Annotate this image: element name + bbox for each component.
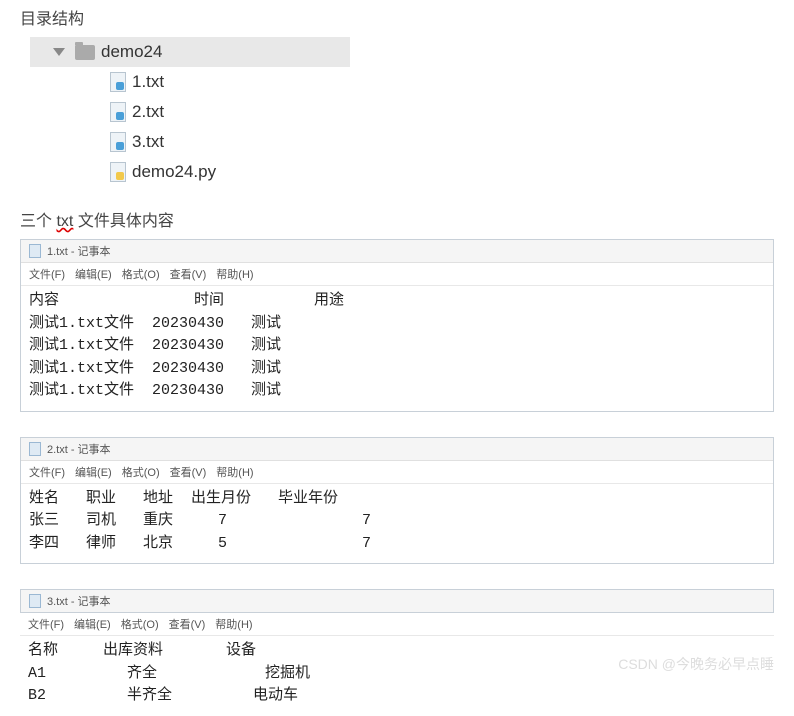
- content-row: 内容 时间 用途: [29, 290, 765, 313]
- tree-file-row[interactable]: 3.txt: [30, 127, 350, 157]
- txt-intro-heading: 三个 txt 文件具体内容: [20, 207, 774, 231]
- menu-item[interactable]: 格式(O): [121, 616, 159, 632]
- chevron-down-icon: [53, 48, 65, 56]
- notepad-titlebar: 3.txt - 记事本: [20, 589, 774, 613]
- content-row: 测试1.txt文件 20230430 测试: [29, 358, 765, 381]
- notepad-titlebar: 2.txt - 记事本: [21, 438, 773, 461]
- menu-item[interactable]: 编辑(E): [75, 266, 112, 282]
- notepad-icon: [29, 594, 41, 608]
- menu-item[interactable]: 文件(F): [29, 464, 65, 480]
- content-row: 测试1.txt文件 20230430 测试: [29, 313, 765, 336]
- notepad-title: 1.txt - 记事本: [47, 243, 111, 259]
- notepad-title: 2.txt - 记事本: [47, 441, 111, 457]
- menu-item[interactable]: 文件(F): [28, 616, 64, 632]
- tree-file-row[interactable]: 2.txt: [30, 97, 350, 127]
- notepad-window-2: 2.txt - 记事本 文件(F) 编辑(E) 格式(O) 查看(V) 帮助(H…: [20, 437, 774, 565]
- file-icon: [110, 132, 126, 152]
- content-row: 测试1.txt文件 20230430 测试: [29, 335, 765, 358]
- menu-item[interactable]: 编辑(E): [74, 616, 111, 632]
- notepad-content[interactable]: 内容 时间 用途 测试1.txt文件 20230430 测试 测试1.txt文件…: [21, 286, 773, 411]
- file-icon: [110, 72, 126, 92]
- menu-item[interactable]: 查看(V): [170, 266, 207, 282]
- content-row: 李四 律师 北京 5 7: [29, 533, 765, 556]
- python-file-icon: [110, 162, 126, 182]
- watermark: CSDN @今晚务必早点睡: [618, 654, 774, 674]
- menu-item[interactable]: 帮助(H): [215, 616, 252, 632]
- tree-file-row[interactable]: 1.txt: [30, 67, 350, 97]
- tree-file-row[interactable]: demo24.py: [30, 157, 350, 187]
- content-row: 测试1.txt文件 20230430 测试: [29, 380, 765, 403]
- notepad-menubar: 文件(F) 编辑(E) 格式(O) 查看(V) 帮助(H): [21, 461, 773, 484]
- menu-item[interactable]: 格式(O): [122, 266, 160, 282]
- file-label: 3.txt: [132, 132, 164, 152]
- menu-item[interactable]: 文件(F): [29, 266, 65, 282]
- menu-item[interactable]: 编辑(E): [75, 464, 112, 480]
- notepad-window-3: 3.txt - 记事本 文件(F) 编辑(E) 格式(O) 查看(V) 帮助(H…: [20, 589, 774, 716]
- file-icon: [110, 102, 126, 122]
- content-row: B2 半齐全 电动车: [28, 685, 766, 708]
- file-label: 1.txt: [132, 72, 164, 92]
- menu-item[interactable]: 查看(V): [170, 464, 207, 480]
- menu-item[interactable]: 格式(O): [122, 464, 160, 480]
- txt-intro-prefix: 三个: [20, 213, 52, 230]
- notepad-titlebar: 1.txt - 记事本: [21, 240, 773, 263]
- notepad-icon: [29, 442, 41, 456]
- notepad-menubar: 文件(F) 编辑(E) 格式(O) 查看(V) 帮助(H): [20, 613, 774, 636]
- notepad-title: 3.txt - 记事本: [47, 593, 111, 609]
- content-row: 姓名 职业 地址 出生月份 毕业年份: [29, 488, 765, 511]
- notepad-window-1: 1.txt - 记事本 文件(F) 编辑(E) 格式(O) 查看(V) 帮助(H…: [20, 239, 774, 412]
- menu-item[interactable]: 查看(V): [169, 616, 206, 632]
- folder-label: demo24: [101, 42, 162, 62]
- notepad-icon: [29, 244, 41, 258]
- file-tree: demo24 1.txt 2.txt 3.txt demo24.py: [30, 37, 350, 187]
- content-row: 张三 司机 重庆 7 7: [29, 510, 765, 533]
- notepad-menubar: 文件(F) 编辑(E) 格式(O) 查看(V) 帮助(H): [21, 263, 773, 286]
- notepad-content[interactable]: 姓名 职业 地址 出生月份 毕业年份 张三 司机 重庆 7 7 李四 律师 北京…: [21, 484, 773, 564]
- menu-item[interactable]: 帮助(H): [216, 464, 253, 480]
- file-label: 2.txt: [132, 102, 164, 122]
- file-label: demo24.py: [132, 162, 216, 182]
- txt-intro-word: txt: [56, 213, 73, 230]
- folder-icon: [75, 45, 95, 60]
- menu-item[interactable]: 帮助(H): [216, 266, 253, 282]
- txt-intro-suffix: 文件具体内容: [78, 213, 174, 230]
- tree-folder-row[interactable]: demo24: [30, 37, 350, 67]
- dir-structure-heading: 目录结构: [20, 5, 774, 29]
- notepad-content[interactable]: 名称 出库资料 设备 A1 齐全 挖掘机 B2 半齐全 电动车: [20, 636, 774, 716]
